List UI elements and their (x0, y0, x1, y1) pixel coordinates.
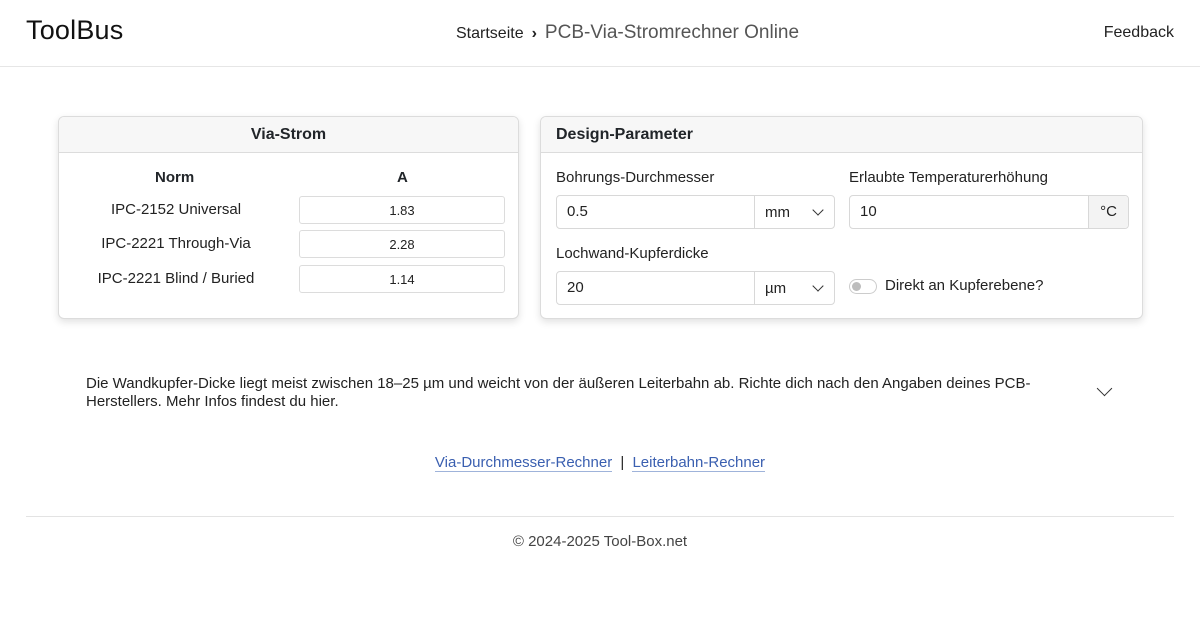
toggle-knob (852, 282, 861, 291)
via-current-card: Via-Strom Norm A IPC-2152 Universal 1.83… (58, 116, 519, 319)
link-separator: | (620, 454, 625, 471)
footer-copyright: © 2024-2025 Tool-Box.net (512, 533, 688, 550)
temp-rise-group: 10 °C (849, 195, 1129, 229)
design-parameters-title: Design-Parameter (541, 117, 1142, 153)
breadcrumb-separator-icon: › (531, 25, 537, 42)
breadcrumb: Startseite › PCB-Via-Stromrechner Online (456, 22, 799, 44)
copper-unit-select[interactable]: µm (754, 272, 834, 304)
drill-diameter-label: Bohrungs-Durchmesser (556, 169, 715, 186)
via-diameter-calculator-link[interactable]: Via-Durchmesser-Rechner (434, 454, 613, 472)
temp-unit-addon: °C (1088, 196, 1128, 228)
design-parameters-card: Design-Parameter Bohrungs-Durchmesser 0.… (540, 116, 1143, 319)
row-label-ipc2221-blind: IPC-2221 Blind / Buried (97, 270, 255, 287)
copper-plane-label[interactable]: Direkt an Kupferebene? (885, 277, 1043, 294)
row-value-ipc2221-blind[interactable]: 1.14 (299, 265, 505, 293)
row-value-ipc2152[interactable]: 1.83 (299, 196, 505, 224)
drill-diameter-group: 0.5 mm (556, 195, 835, 229)
via-current-title: Via-Strom (59, 117, 518, 153)
row-label-ipc2221-through: IPC-2221 Through-Via (101, 235, 251, 252)
row-value-ipc2221-through[interactable]: 2.28 (299, 230, 505, 258)
chevron-down-icon (812, 280, 824, 292)
copper-plane-toggle[interactable] (849, 279, 877, 294)
temp-rise-input[interactable]: 10 (850, 196, 1088, 228)
info-accordion[interactable]: Die Wandkupfer-Dicke liegt meist zwische… (86, 375, 1126, 411)
feedback-link[interactable]: Feedback (1104, 24, 1174, 42)
copper-thickness-input[interactable]: 20 (557, 272, 754, 304)
copper-thickness-label: Lochwand-Kupferdicke (556, 245, 709, 262)
trace-calculator-link[interactable]: Leiterbahn-Rechner (632, 454, 766, 472)
page-title: PCB-Via-Stromrechner Online (544, 22, 800, 43)
related-links: Via-Durchmesser-Rechner | Leiterbahn-Rec… (0, 454, 1200, 472)
copper-unit-value: µm (765, 279, 787, 297)
temp-rise-label: Erlaubte Temperaturerhöhung (849, 169, 1049, 186)
info-text: Die Wandkupfer-Dicke liegt meist zwische… (86, 375, 1031, 410)
chevron-down-icon[interactable] (1096, 380, 1113, 397)
chevron-down-icon (812, 204, 824, 216)
brand-logo[interactable]: ToolBus (26, 15, 123, 46)
breadcrumb-home-link[interactable]: Startseite (456, 25, 524, 43)
column-header-unit: A (397, 169, 408, 186)
row-label-ipc2152: IPC-2152 Universal (110, 201, 242, 218)
drill-unit-value: mm (765, 203, 790, 221)
footer-divider (26, 516, 1174, 517)
column-header-norm: Norm (155, 169, 195, 186)
drill-diameter-input[interactable]: 0.5 (557, 196, 754, 228)
top-navbar: ToolBus Startseite › PCB-Via-Stromrechne… (0, 0, 1200, 67)
drill-unit-select[interactable]: mm (754, 196, 834, 228)
copper-thickness-group: 20 µm (556, 271, 835, 305)
